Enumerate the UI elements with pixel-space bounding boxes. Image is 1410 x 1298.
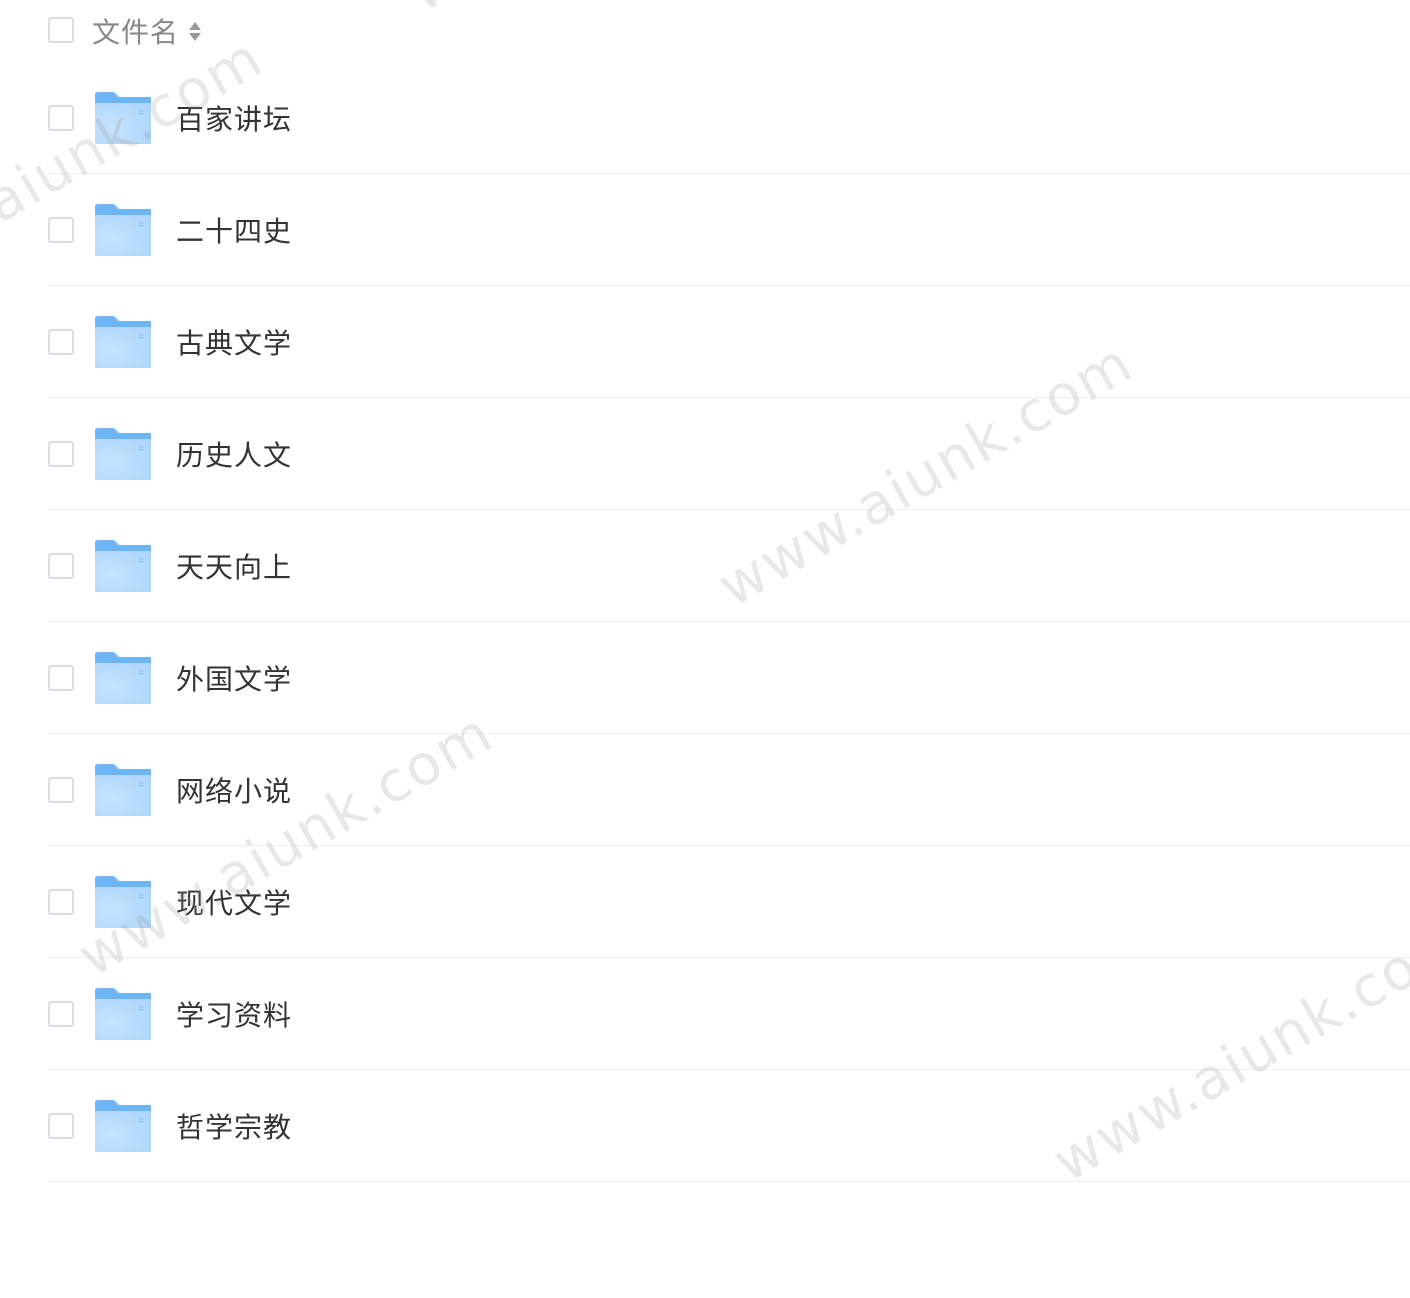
row-checkbox[interactable] (48, 776, 74, 803)
list-item[interactable]: 历史人文 (48, 398, 1410, 510)
folder-name[interactable]: 历史人文 (176, 434, 292, 474)
folder-name[interactable]: 学习资料 (176, 994, 292, 1034)
list-item[interactable]: 二十四史 (48, 174, 1410, 286)
list-item[interactable]: 外国文学 (48, 622, 1410, 734)
list-item[interactable]: 网络小说 (48, 734, 1410, 846)
row-checkbox[interactable] (48, 328, 74, 355)
row-checkbox[interactable] (48, 1000, 74, 1027)
list-item[interactable]: 天天向上 (48, 510, 1410, 622)
row-checkbox[interactable] (48, 216, 74, 243)
folder-icon (94, 1099, 152, 1153)
folder-name[interactable]: 网络小说 (176, 770, 292, 810)
row-checkbox[interactable] (48, 664, 74, 691)
folder-name[interactable]: 天天向上 (176, 546, 292, 586)
select-all-checkbox[interactable] (48, 17, 74, 43)
folder-icon (94, 651, 152, 705)
file-list-header: 文件名 (48, 0, 1410, 62)
filename-column-header[interactable]: 文件名 (92, 11, 179, 51)
list-item[interactable]: 现代文学 (48, 846, 1410, 958)
folder-name[interactable]: 现代文学 (176, 882, 292, 922)
list-item[interactable]: 百家讲坛 (48, 62, 1410, 174)
folder-icon (94, 763, 152, 817)
row-checkbox[interactable] (48, 104, 74, 131)
row-checkbox[interactable] (48, 440, 74, 467)
list-item[interactable]: 古典文学 (48, 286, 1410, 398)
list-item[interactable]: 学习资料 (48, 958, 1410, 1070)
folder-name[interactable]: 哲学宗教 (176, 1106, 292, 1146)
folder-name[interactable]: 古典文学 (176, 322, 292, 362)
folder-icon (94, 315, 152, 369)
folder-icon (94, 539, 152, 593)
file-list: 文件名 百家讲坛 二十四史 古典文学 历史人文 天天向上 外国文学 网络小说 现… (48, 0, 1410, 1182)
row-checkbox[interactable] (48, 552, 74, 579)
folder-icon (94, 875, 152, 929)
folder-name[interactable]: 百家讲坛 (176, 98, 292, 138)
folder-name[interactable]: 二十四史 (176, 210, 292, 250)
folder-icon (94, 203, 152, 257)
folder-icon (94, 987, 152, 1041)
sort-icon[interactable] (189, 18, 202, 44)
folder-icon (94, 91, 152, 145)
row-checkbox[interactable] (48, 1112, 74, 1139)
list-item[interactable]: 哲学宗教 (48, 1070, 1410, 1182)
folder-icon (94, 427, 152, 481)
folder-name[interactable]: 外国文学 (176, 658, 292, 698)
row-checkbox[interactable] (48, 888, 74, 915)
